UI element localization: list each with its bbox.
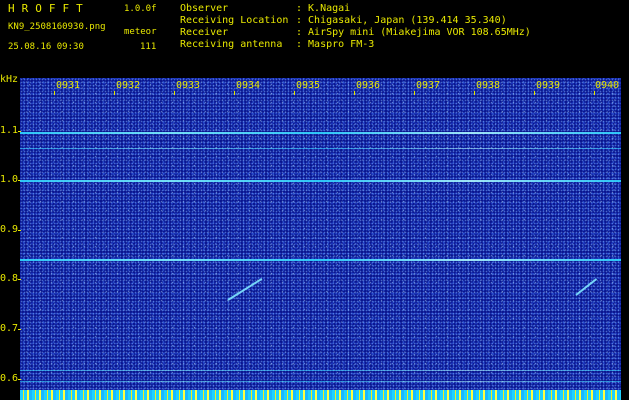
x-tick-mark (594, 91, 595, 95)
y-tick-label: 0.6 (0, 373, 19, 384)
x-tick-mark (354, 91, 355, 95)
x-tick-mark (534, 91, 535, 95)
spectrogram (20, 78, 621, 390)
x-tick-label: 0933 (176, 80, 201, 91)
y-tick-label: 1.1 (0, 125, 19, 136)
x-tick-label: 0936 (356, 80, 381, 91)
y-tick-mark (18, 379, 21, 380)
location-value: : Chigasaki, Japan (139.414 35.340) (296, 15, 507, 26)
carrier-line-1000 (20, 180, 621, 182)
y-tick-label: 0.7 (0, 323, 19, 334)
y-tick-label: 1.0 (0, 174, 19, 185)
x-tick-mark (294, 91, 295, 95)
brand-title: HROFFT (8, 2, 90, 15)
x-tick-label: 0934 (236, 80, 261, 91)
x-tick-mark (474, 91, 475, 95)
antenna-key: Receiving antenna (180, 39, 283, 50)
y-tick-label: 0.9 (0, 224, 19, 235)
x-tick-mark (234, 91, 235, 95)
carrier-line-1070 (20, 148, 621, 149)
y-tick-mark (18, 329, 21, 330)
x-tick-mark (114, 91, 115, 95)
version-label: 1.0.0f (124, 4, 157, 14)
meteor-trail-1 (227, 277, 263, 301)
receiver-value: : AirSpy mini (Miakejima VOR 108.65MHz) (296, 27, 531, 38)
y-tick-label: 0.8 (0, 273, 19, 284)
observer-value: : K.Nagai (296, 3, 351, 14)
meteor-trail-2 (575, 278, 598, 296)
x-tick-label: 0932 (116, 80, 141, 91)
location-key: Receiving Location (180, 15, 289, 26)
x-tick-label: 0935 (296, 80, 321, 91)
x-tick-label: 0938 (476, 80, 501, 91)
bottom-noise-bar (20, 390, 621, 400)
y-axis-unit: kHz (0, 74, 19, 85)
carrier-line-600 (20, 381, 621, 382)
x-tick-mark (54, 91, 55, 95)
carrier-line-1100 (20, 132, 621, 134)
header-panel: HROFFT 1.0.0f KN9_2508160930.png meteor … (0, 0, 629, 78)
x-tick-label: 0937 (416, 80, 441, 91)
meteor-label: meteor (124, 27, 157, 37)
y-tick-mark (18, 230, 21, 231)
observer-key: Observer (180, 3, 229, 14)
y-tick-mark (18, 279, 21, 280)
x-tick-mark (174, 91, 175, 95)
datetime-label: 25.08.16 09:30 (8, 42, 84, 52)
meteor-count: 111 (140, 42, 157, 52)
filename-label: KN9_2508160930.png (8, 22, 106, 32)
x-tick-label: 0931 (56, 80, 81, 91)
antenna-value: : Maspro FM-3 (296, 39, 375, 50)
receiver-key: Receiver (180, 27, 229, 38)
x-tick-label: 0939 (536, 80, 561, 91)
carrier-line-840 (20, 259, 621, 261)
carrier-line-620 (20, 370, 621, 371)
x-tick-mark (414, 91, 415, 95)
right-margin (621, 78, 629, 400)
x-tick-label: 0940 (595, 80, 620, 91)
